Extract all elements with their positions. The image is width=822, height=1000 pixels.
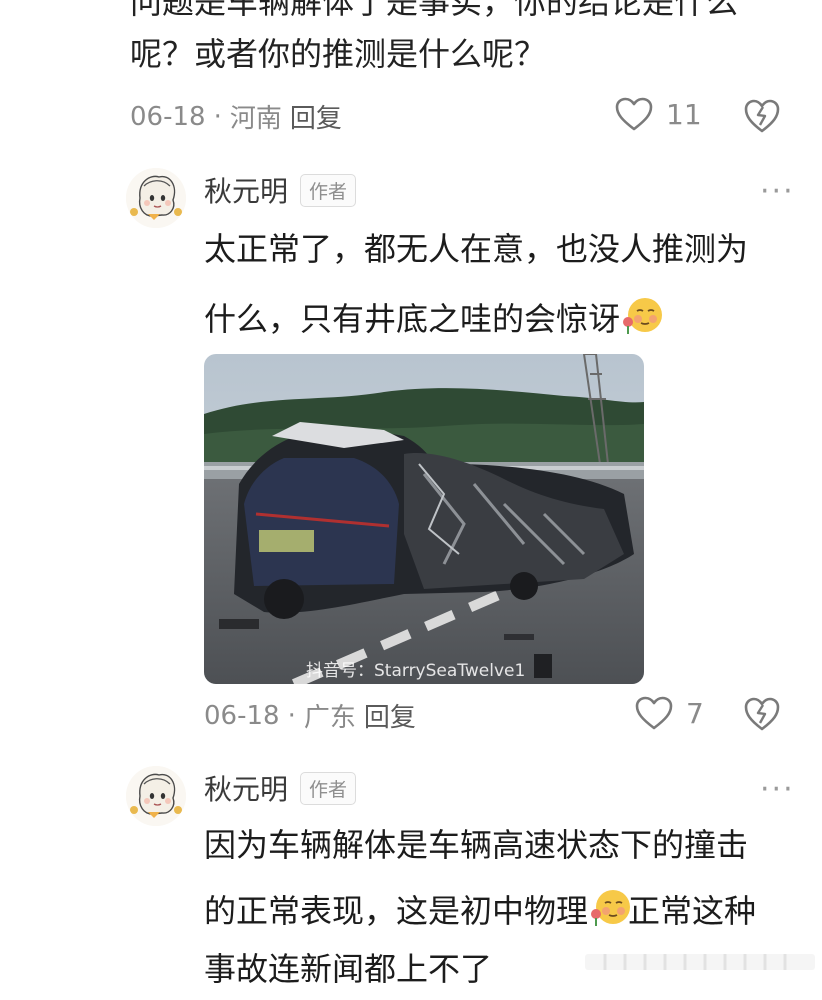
dislike-button[interactable] (743, 98, 781, 134)
reply-text-line2-a: 的正常表现，这是初中物理 (204, 892, 589, 930)
image-watermark: 抖音号：StarrySeaTwelve1 (306, 661, 526, 681)
comment-date: 06-18 (130, 101, 206, 132)
like-count: 7 (686, 696, 704, 730)
dislike-heart-icon (743, 696, 781, 732)
author-name[interactable]: 秋元明 (204, 170, 288, 210)
wrecked-car-image (204, 354, 644, 684)
avatar[interactable] (126, 766, 186, 826)
avatar-cartoon (126, 766, 186, 826)
reply-text-line2: 什么，只有井底之哇的会惊讶 (204, 288, 794, 350)
reply-button[interactable]: 回复 (290, 98, 342, 135)
reply-meta: 06-18 · 广东 回复 (204, 697, 416, 734)
dislike-heart-icon (743, 98, 781, 134)
reply-location: 广东 (303, 703, 356, 733)
more-icon[interactable]: ··· (760, 174, 795, 209)
bottom-fade-bar (585, 948, 815, 976)
reply-button[interactable]: 回复 (364, 697, 416, 734)
avatar[interactable] (126, 168, 186, 228)
heart-icon (614, 96, 654, 132)
meta-separator: · (213, 101, 222, 132)
author-name[interactable]: 秋元明 (204, 768, 288, 808)
author-row: 秋元明 作者 (204, 170, 357, 210)
reply-text-line2: 的正常表现，这是初中物理 正常这种 (204, 880, 794, 942)
comment-text-line2: 呢？或者你的推测是什么呢？ (130, 35, 547, 73)
dislike-button[interactable] (743, 696, 781, 732)
attached-photo[interactable] (204, 354, 644, 684)
heart-icon (634, 695, 674, 731)
more-icon[interactable]: ··· (760, 772, 795, 807)
reply-text-line2-text: 什么，只有井底之哇的会惊讶 (204, 300, 621, 338)
author-badge: 作者 (300, 771, 357, 805)
reply-text-line2-b: 正常这种 (628, 892, 757, 930)
meta-separator: · (287, 700, 296, 731)
comment-meta: 06-18 · 河南 回复 (130, 98, 342, 135)
reply-date: 06-18 (204, 700, 280, 731)
reply-text-line1: 因为车辆解体是车辆高速状态下的撞击 (204, 826, 749, 864)
like-count: 11 (666, 97, 702, 131)
like-button[interactable]: 7 (634, 695, 704, 731)
author-row: 秋元明 作者 (204, 768, 357, 808)
comment-location: 河南 (229, 104, 282, 134)
reply-text-line1: 太正常了，都无人在意，也没人推测为 (204, 230, 749, 268)
blush-emoji-icon (588, 886, 631, 926)
avatar-cartoon (126, 168, 186, 228)
blush-emoji-icon (620, 294, 663, 334)
like-button[interactable]: 11 (614, 96, 702, 132)
author-badge: 作者 (300, 173, 357, 207)
